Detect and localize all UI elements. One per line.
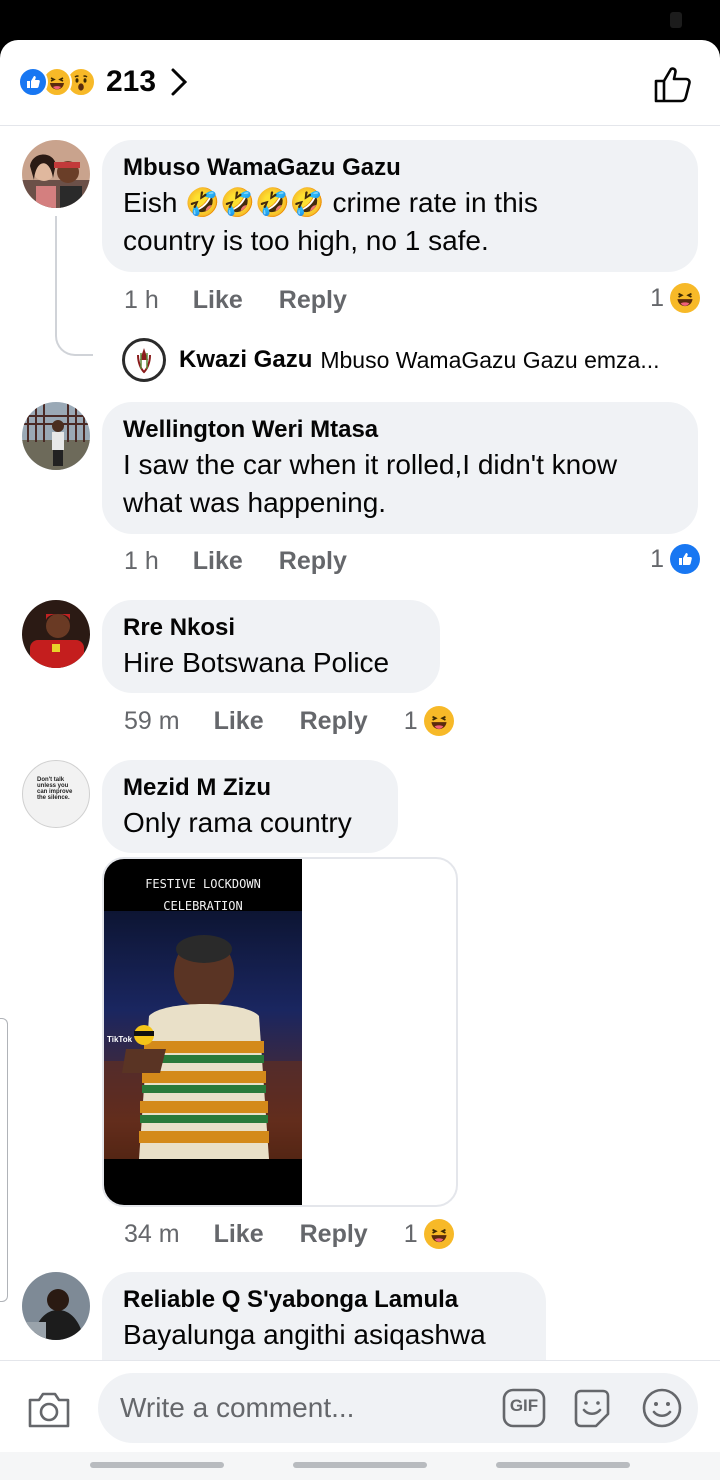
comment-reactions[interactable]: 1 bbox=[650, 283, 700, 313]
comment-meta: 59 m Like Reply 1 bbox=[124, 704, 454, 738]
avatar[interactable] bbox=[22, 1272, 90, 1340]
comment-text-line: Eish 🤣🤣🤣🤣 crime rate in this bbox=[123, 187, 538, 218]
thumbs-up-icon[interactable] bbox=[652, 62, 696, 106]
comment-text-line: Hire Botswana Police bbox=[123, 647, 390, 678]
comment-input[interactable]: Write a comment... GIF bbox=[98, 1373, 698, 1443]
system-nav-bar bbox=[0, 1452, 720, 1480]
comment-reaction-count: 1 bbox=[650, 544, 664, 573]
video-thumbnail[interactable]: FESTIVE LOCKDOWN CELEBRATION TikTok bbox=[104, 859, 302, 1205]
avatar[interactable] bbox=[22, 600, 90, 668]
comment-reaction-count: 1 bbox=[403, 1219, 418, 1248]
comment-text: Hire Botswana Police bbox=[123, 644, 420, 682]
like-button[interactable]: Like bbox=[214, 1220, 264, 1249]
sticker-icon[interactable] bbox=[570, 1386, 614, 1430]
haha-icon bbox=[670, 283, 700, 313]
comment-text-line: I saw the car when it rolled,I didn't kn… bbox=[123, 449, 618, 480]
reply-button[interactable]: Reply bbox=[279, 547, 347, 576]
reaction-count: 213 bbox=[106, 65, 157, 98]
comment-time: 1 h bbox=[124, 546, 159, 575]
avatar bbox=[122, 338, 166, 382]
emoji-icon[interactable] bbox=[640, 1386, 684, 1430]
comment-reactions[interactable]: 1 bbox=[650, 544, 700, 574]
comment-text-line: what was happening. bbox=[123, 487, 387, 518]
avatar[interactable] bbox=[22, 140, 90, 208]
comment-media-attachment[interactable]: FESTIVE LOCKDOWN CELEBRATION TikTok bbox=[102, 857, 458, 1207]
camera-icon[interactable] bbox=[26, 1386, 72, 1432]
comment-text-line: Bayalunga angithi asiqashwa bbox=[123, 1319, 486, 1350]
comment-text: Only rama country bbox=[123, 804, 378, 842]
like-button[interactable]: Like bbox=[193, 286, 243, 315]
avatar[interactable] bbox=[22, 402, 90, 470]
chevron-right-icon bbox=[171, 68, 188, 96]
comment-time: 1 h bbox=[124, 285, 159, 314]
comment-bubble[interactable]: Wellington Weri Mtasa I saw the car when… bbox=[102, 402, 698, 534]
comment-bubble[interactable]: Mezid M Zizu Only rama country bbox=[102, 760, 398, 853]
reply-snippet: Mbuso WamaGazu Gazu emza... bbox=[320, 346, 660, 373]
haha-icon bbox=[423, 706, 454, 736]
comment-meta: 1 h Like Reply bbox=[124, 283, 347, 317]
comment-reaction-count: 1 bbox=[650, 283, 664, 312]
reaction-summary[interactable]: 213 bbox=[18, 62, 188, 102]
comment-author[interactable]: Wellington Weri Mtasa bbox=[123, 416, 678, 444]
status-bar bbox=[0, 0, 720, 40]
comments-sheet: 213 Mbuso WamaGazu Gazu Eish 🤣🤣🤣🤣 crime … bbox=[0, 40, 720, 1480]
comment-time: 59 m bbox=[124, 706, 180, 735]
comment-composer: Write a comment... GIF bbox=[0, 1360, 720, 1452]
comment-text-line: country is too high, no 1 safe. bbox=[123, 225, 489, 256]
comment-bubble[interactable]: Mbuso WamaGazu Gazu Eish 🤣🤣🤣🤣 crime rate… bbox=[102, 140, 698, 272]
comment-bubble[interactable]: Rre Nkosi Hire Botswana Police bbox=[102, 600, 440, 693]
like-icon bbox=[670, 544, 700, 574]
comment-meta: 34 m Like Reply 1 bbox=[124, 1217, 454, 1251]
comment-text: Bayalunga angithi asiqashwa bbox=[123, 1316, 526, 1354]
scroll-handle[interactable] bbox=[0, 1018, 8, 1302]
comment-input-placeholder: Write a comment... bbox=[120, 1392, 355, 1423]
reply-button[interactable]: Reply bbox=[279, 286, 347, 315]
thread-connector bbox=[55, 216, 93, 356]
video-scene bbox=[104, 911, 302, 1159]
nav-pill[interactable] bbox=[293, 1462, 427, 1468]
like-button[interactable]: Like bbox=[193, 547, 243, 576]
comment-time: 34 m bbox=[124, 1219, 180, 1248]
camera-cutout bbox=[670, 12, 682, 28]
nav-pill[interactable] bbox=[90, 1462, 224, 1468]
comment-author[interactable]: Reliable Q S'yabonga Lamula bbox=[123, 1286, 526, 1314]
reply-button[interactable]: Reply bbox=[300, 707, 368, 736]
nav-pill[interactable] bbox=[496, 1462, 630, 1468]
comment-author[interactable]: Mezid M Zizu bbox=[123, 774, 378, 802]
comment-reactions[interactable]: 1 bbox=[368, 706, 454, 736]
comment-author[interactable]: Mbuso WamaGazu Gazu bbox=[123, 154, 678, 182]
avatar-quote: Don't talk unless you can improve the si… bbox=[37, 777, 73, 801]
reply-button[interactable]: Reply bbox=[300, 1220, 368, 1249]
avatar[interactable]: Don't talk unless you can improve the si… bbox=[22, 760, 90, 828]
reactions-bar: 213 bbox=[0, 40, 720, 126]
comment-reaction-count: 1 bbox=[403, 706, 418, 735]
comment-meta: 1 h Like Reply bbox=[124, 544, 347, 578]
comment-author[interactable]: Rre Nkosi bbox=[123, 614, 420, 642]
comment-text-line: Only rama country bbox=[123, 807, 352, 838]
reply-author: Kwazi Gazu bbox=[179, 346, 313, 373]
comment-text: Eish 🤣🤣🤣🤣 crime rate in this country is … bbox=[123, 184, 678, 260]
haha-icon bbox=[423, 1219, 454, 1249]
like-icon bbox=[18, 67, 48, 97]
tiktok-watermark: TikTok bbox=[107, 1035, 133, 1044]
gif-label: GIF bbox=[509, 1396, 539, 1415]
comment-text: I saw the car when it rolled,I didn't kn… bbox=[123, 446, 678, 522]
reply-preview[interactable]: Kwazi Gazu Mbuso WamaGazu Gazu emza... bbox=[122, 338, 660, 382]
like-button[interactable]: Like bbox=[214, 707, 264, 736]
gif-button[interactable]: GIF bbox=[502, 1388, 546, 1428]
comment-reactions[interactable]: 1 bbox=[368, 1219, 454, 1249]
